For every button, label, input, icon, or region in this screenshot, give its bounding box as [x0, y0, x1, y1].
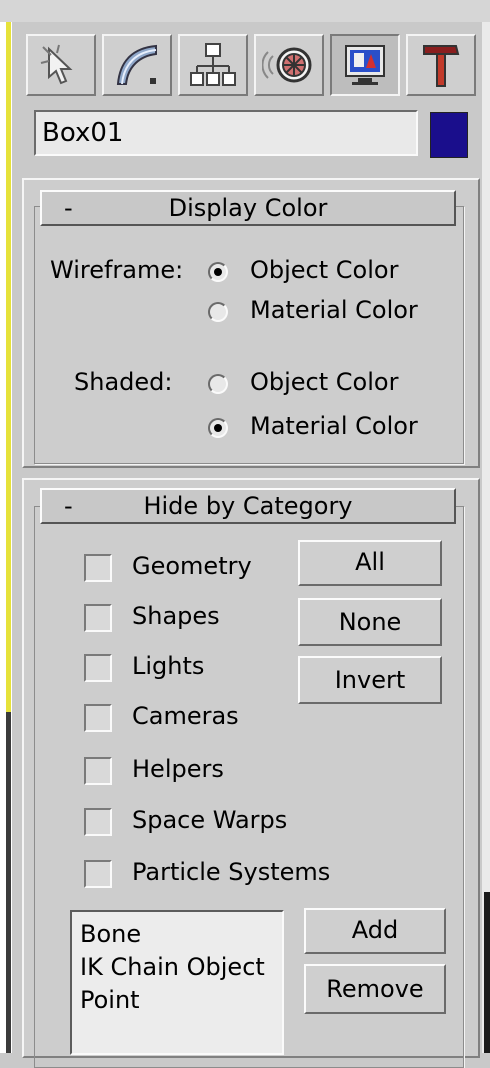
- list-item[interactable]: IK Chain Object: [80, 951, 282, 984]
- hide-by-category-header[interactable]: - Hide by Category: [40, 488, 456, 524]
- shaded-label: Shaded:: [74, 368, 173, 396]
- display-color-rollout: - Display Color Wireframe: Object Color …: [22, 178, 480, 468]
- tab-create[interactable]: [26, 34, 96, 96]
- shapes-label[interactable]: Shapes: [132, 602, 220, 630]
- hide-object-type-list[interactable]: Bone IK Chain Object Point: [70, 910, 284, 1055]
- lights-checkbox[interactable]: [84, 654, 112, 682]
- tab-modify[interactable]: [102, 34, 172, 96]
- active-viewport-border: [6, 22, 11, 712]
- cameras-label[interactable]: Cameras: [132, 702, 239, 730]
- tab-motion[interactable]: [254, 34, 324, 96]
- tab-hierarchy[interactable]: [178, 34, 248, 96]
- all-button[interactable]: All: [298, 540, 442, 586]
- particle-systems-label[interactable]: Particle Systems: [132, 858, 330, 886]
- cameras-checkbox[interactable]: [84, 704, 112, 732]
- top-strip: [0, 0, 490, 22]
- list-item[interactable]: Point: [80, 984, 282, 1017]
- invert-button[interactable]: Invert: [298, 656, 442, 704]
- geometry-checkbox[interactable]: [84, 554, 112, 582]
- list-item[interactable]: Bone: [80, 918, 282, 951]
- space-warps-label[interactable]: Space Warps: [132, 806, 287, 834]
- scroll-edge-dark: [484, 892, 490, 1053]
- viewport-edge-dark: [6, 712, 11, 1053]
- helpers-label[interactable]: Helpers: [132, 755, 224, 783]
- particle-systems-checkbox[interactable]: [84, 860, 112, 888]
- wireframe-object-color-label[interactable]: Object Color: [250, 256, 398, 284]
- add-button[interactable]: Add: [304, 908, 446, 954]
- hammer-utilities-icon: [423, 45, 460, 87]
- wireframe-object-color-radio[interactable]: [208, 262, 228, 282]
- shaded-object-color-radio[interactable]: [208, 374, 228, 394]
- wireframe-material-color-label[interactable]: Material Color: [250, 296, 418, 324]
- viewport-edge: [0, 22, 12, 1053]
- cursor-arrow-icon: [40, 44, 73, 85]
- wireframe-material-color-radio[interactable]: [208, 302, 228, 322]
- shaded-object-color-label[interactable]: Object Color: [250, 368, 398, 396]
- object-name-field[interactable]: Box01: [34, 110, 418, 156]
- lights-label[interactable]: Lights: [132, 652, 204, 680]
- remove-button[interactable]: Remove: [304, 964, 446, 1014]
- none-button[interactable]: None: [298, 598, 442, 646]
- rollout-title: Display Color: [168, 194, 328, 222]
- tab-display[interactable]: [330, 34, 400, 96]
- panel-scroll-edge: [482, 22, 490, 1053]
- curve-modify-icon: [116, 44, 157, 85]
- tab-utilities[interactable]: [406, 34, 476, 96]
- space-warps-checkbox[interactable]: [84, 808, 112, 836]
- shapes-checkbox[interactable]: [84, 604, 112, 632]
- shaded-material-color-radio[interactable]: [208, 418, 228, 438]
- command-panel-tabs: [26, 34, 478, 98]
- helpers-checkbox[interactable]: [84, 757, 112, 785]
- rollout-title: Hide by Category: [143, 492, 353, 520]
- display-monitor-icon: [345, 45, 385, 85]
- display-color-header[interactable]: - Display Color: [40, 190, 456, 226]
- hierarchy-icon: [190, 43, 236, 86]
- object-color-swatch[interactable]: [430, 112, 468, 158]
- geometry-label[interactable]: Geometry: [132, 552, 252, 580]
- shaded-material-color-label[interactable]: Material Color: [250, 412, 418, 440]
- wireframe-label: Wireframe:: [50, 256, 184, 284]
- motion-wheel-icon: [262, 47, 312, 83]
